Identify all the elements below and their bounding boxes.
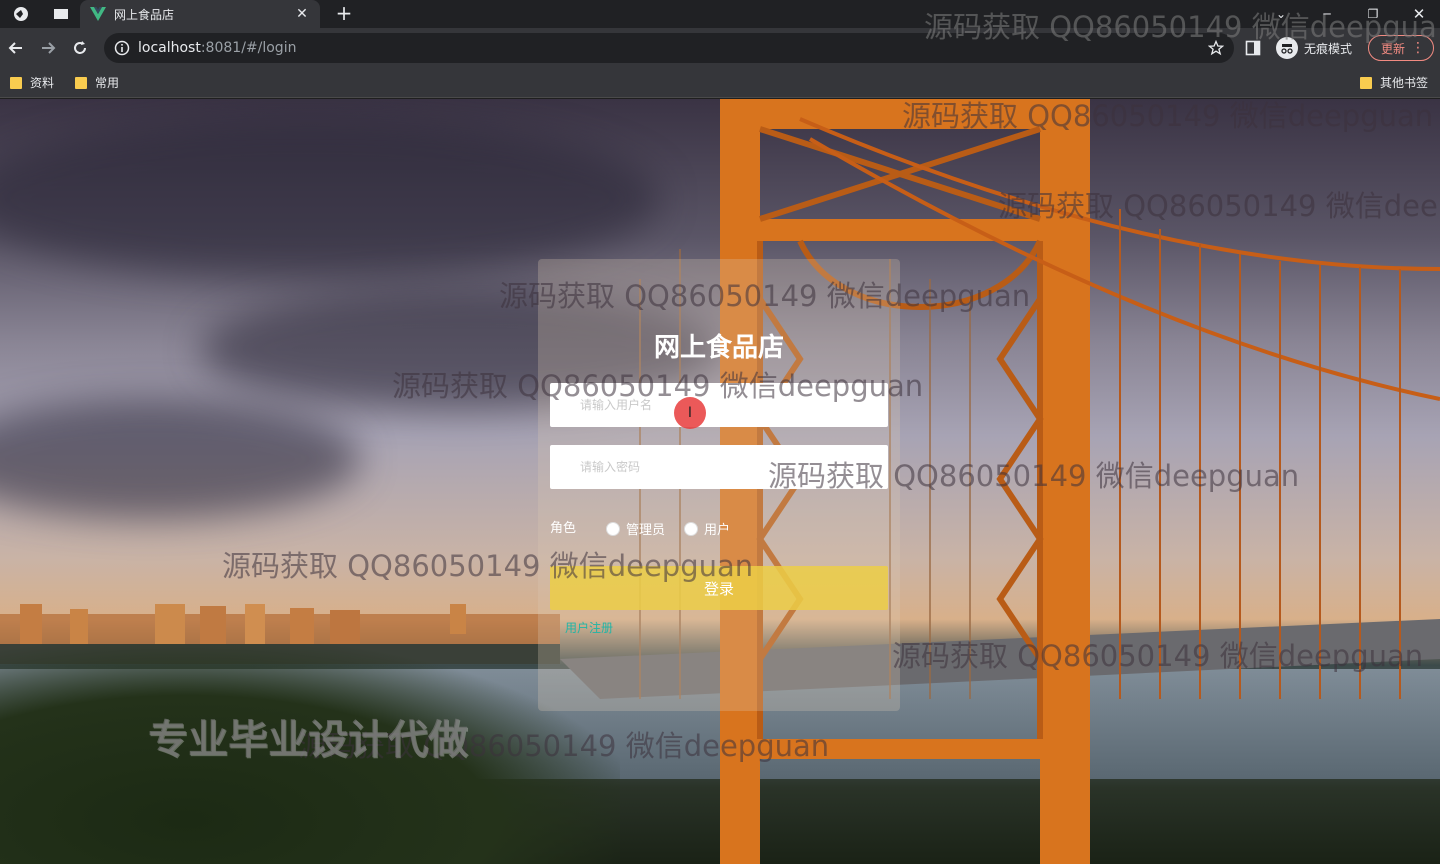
text-cursor-icon: I [687, 405, 693, 421]
other-bookmarks-label: 其他书签 [1380, 76, 1429, 90]
role-radio-admin[interactable]: 管理员 [606, 519, 665, 538]
watermark-text: 源码获取 QQ86050149 微信deepguan [499, 279, 1031, 313]
watermark-text: 源码获取 QQ86050149 微信deepguan [892, 639, 1424, 673]
watermark-text: 源码获取 QQ86050149 微信deepguan [902, 99, 1434, 133]
bookmarks-bar: 资料 常用 其他书签 [0, 68, 1440, 98]
bookmark-label: 常用 [95, 76, 120, 90]
other-bookmarks[interactable]: 其他书签 [1360, 74, 1428, 91]
back-button[interactable] [4, 36, 28, 60]
watermark-text: 源码获取 QQ86050149 微信deepguan [222, 549, 754, 583]
reload-button[interactable] [68, 36, 92, 60]
site-info-icon[interactable] [114, 40, 130, 56]
watermark-text: 源码获取 QQ86050149 微信deepguan [768, 459, 1300, 493]
vue-logo-icon [90, 7, 106, 21]
browser-app-icon[interactable] [8, 3, 34, 25]
role-option-label: 用户 [704, 523, 731, 538]
url-host: localhost [138, 40, 201, 56]
reload-icon [74, 41, 86, 54]
role-radio-user[interactable]: 用户 [684, 519, 730, 538]
forward-button[interactable] [36, 36, 60, 60]
watermark-text: 源码获取 QQ86050149 微信dee [998, 189, 1438, 223]
bookmark-folder-changyong[interactable]: 常用 [75, 74, 119, 91]
watermark-text: 源码获取 QQ86050149 微信deepguan [392, 369, 924, 403]
new-tab-button[interactable]: + [333, 3, 355, 25]
folder-icon [75, 76, 87, 89]
role-option-label: 管理员 [626, 523, 666, 538]
tab-search-icon[interactable] [48, 3, 74, 25]
login-title: 网上食品店 [653, 333, 784, 363]
register-link[interactable]: 用户注册 [565, 619, 613, 636]
bookmark-folder-ziliao[interactable]: 资料 [10, 74, 54, 91]
role-label: 角色 [550, 521, 577, 536]
bookmark-label: 资料 [30, 76, 55, 90]
close-tab-icon[interactable]: ✕ [294, 6, 310, 22]
arrow-left-icon [8, 42, 22, 54]
active-tab[interactable]: 网上食品店 ✕ [80, 0, 320, 28]
folder-icon [10, 76, 22, 89]
promo-watermark: 专业毕业设计代做 [148, 717, 468, 763]
url-path: :8081/#/login [200, 40, 297, 56]
radio-circle-icon[interactable] [606, 521, 620, 536]
folder-icon [1360, 76, 1372, 89]
page-viewport: 网上食品店 角色 管理员 用户 登录 用户注册 I 源码获取 QQ8605014… [0, 99, 1440, 864]
arrow-right-icon [42, 42, 56, 54]
tab-title: 网上食品店 [114, 7, 175, 22]
radio-circle-icon[interactable] [684, 521, 698, 536]
watermark-text: 源码获取 QQ86050149 微信deepgua [924, 10, 1437, 44]
